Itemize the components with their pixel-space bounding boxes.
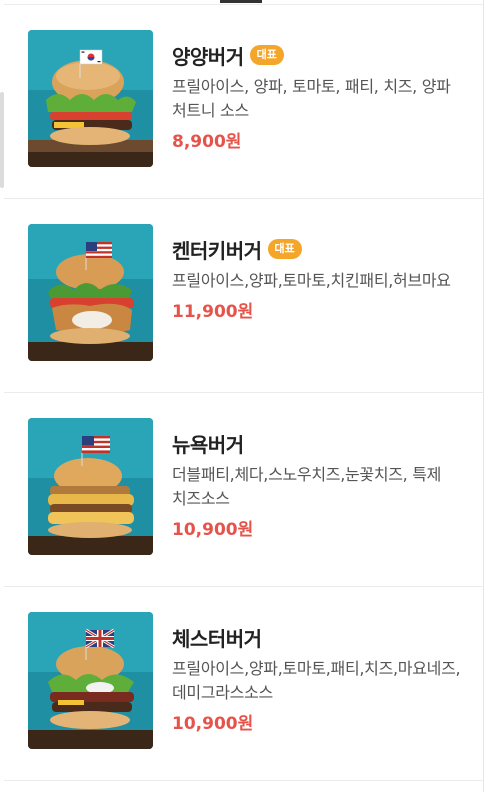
menu-description: 프릴아이스, 양파, 토마토, 패티, 치즈, 양파 처트니 소스 (172, 77, 451, 120)
menu-info: 뉴욕버거 더블패티,체다,스노우치즈,눈꽃치즈, 특제 치즈소스 10,900원 (172, 431, 472, 541)
menu-price: 8,900원 (172, 132, 242, 152)
menu-screen: 양양버거 대표 프릴아이스, 양파, 토마토, 패티, 치즈, 양파 처트니 소… (0, 0, 498, 792)
name-row: 켄터키버거 대표 (172, 237, 472, 263)
menu-name: 체스터버거 (172, 626, 262, 651)
signature-badge: 대표 (267, 239, 302, 259)
name-row: 양양버거 대표 (172, 43, 472, 69)
menu-description: 프릴아이스,양파,토마토,패티,치즈,마요네즈,데미그라스소스 (172, 659, 461, 702)
menu-description: 더블패티,체다,스노우치즈,눈꽃치즈, 특제 치즈소스 (172, 465, 442, 508)
burger-photo[interactable] (28, 30, 153, 167)
signature-badge: 대표 (249, 45, 284, 65)
menu-item[interactable]: 양양버거 대표 프릴아이스, 양파, 토마토, 패티, 치즈, 양파 처트니 소… (4, 5, 484, 199)
menu-price: 11,900원 (172, 302, 254, 322)
menu-price: 10,900원 (172, 520, 254, 540)
burger-photo[interactable] (28, 612, 153, 749)
name-row: 뉴욕버거 (172, 431, 472, 457)
chicken-burger-photo[interactable] (28, 224, 153, 361)
cheese-burger-photo[interactable] (28, 418, 153, 555)
burger-image (28, 418, 153, 555)
burger-image (28, 612, 153, 749)
burger-image (28, 30, 153, 167)
burger-image (28, 224, 153, 361)
menu-name: 켄터키버거 (172, 238, 262, 263)
right-edge-panel (483, 0, 498, 792)
menu-info: 체스터버거 프릴아이스,양파,토마토,패티,치즈,마요네즈,데미그라스소스 10… (172, 625, 472, 735)
menu-item[interactable]: 켄터키버거 대표 프릴아이스,양파,토마토,치킨패티,허브마요 11,900원 (4, 199, 484, 393)
active-tab-indicator (220, 0, 262, 3)
menu-list: 양양버거 대표 프릴아이스, 양파, 토마토, 패티, 치즈, 양파 처트니 소… (4, 5, 484, 781)
menu-description: 프릴아이스,양파,토마토,치킨패티,허브마요 (172, 271, 451, 290)
menu-info: 켄터키버거 대표 프릴아이스,양파,토마토,치킨패티,허브마요 11,900원 (172, 237, 472, 323)
menu-name: 양양버거 (172, 44, 244, 69)
name-row: 체스터버거 (172, 625, 472, 651)
menu-info: 양양버거 대표 프릴아이스, 양파, 토마토, 패티, 치즈, 양파 처트니 소… (172, 43, 472, 153)
menu-item[interactable]: 뉴욕버거 더블패티,체다,스노우치즈,눈꽃치즈, 특제 치즈소스 10,900원 (4, 393, 484, 587)
menu-item[interactable]: 체스터버거 프릴아이스,양파,토마토,패티,치즈,마요네즈,데미그라스소스 10… (4, 587, 484, 781)
menu-name: 뉴욕버거 (172, 432, 244, 457)
menu-price: 10,900원 (172, 714, 254, 734)
